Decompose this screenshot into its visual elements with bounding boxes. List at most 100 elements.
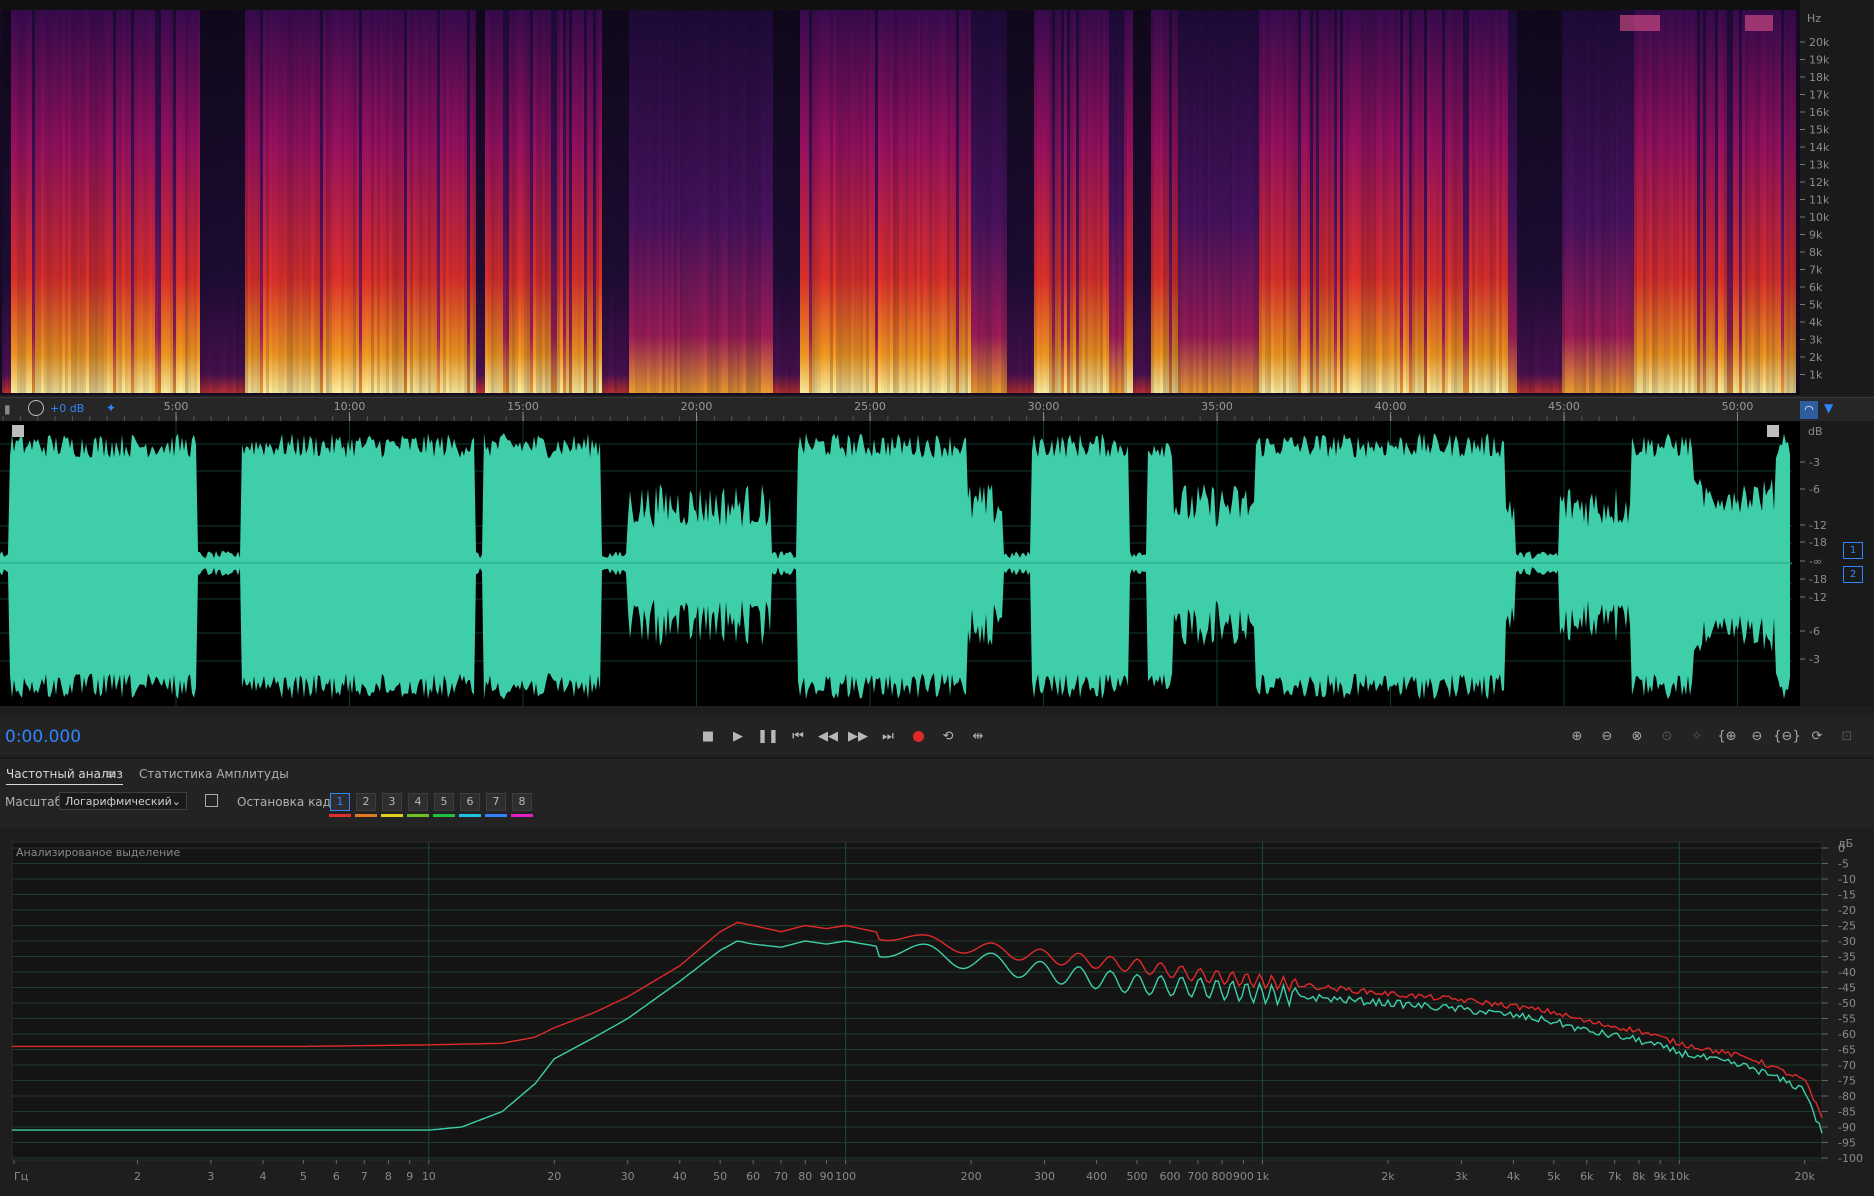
zoom-out-time-button[interactable]: {⊖} (1773, 725, 1801, 747)
y-tick-label: -75 (1838, 1075, 1856, 1088)
hz-label: 3k (1809, 334, 1823, 347)
channel-1-toggle[interactable]: 1 (1843, 542, 1863, 559)
timeline-tick-label: 50:00 (1722, 400, 1754, 413)
transport-bar: 0:00.000 ■ ▶ ❚❚ ⏮ ◀◀ ▶▶ ⏭ ⟲ ⇹ ⊕ ⊖ ⊗ ⊙ ✧ … (0, 717, 1874, 755)
timeline-tick-label: 20:00 (681, 400, 713, 413)
stop-icon: ■ (701, 728, 715, 744)
marker-icon[interactable]: ▼ (1824, 401, 1833, 415)
x-tick-label: 5 (300, 1170, 307, 1183)
freeze-frame-1-button[interactable]: 1 (330, 793, 350, 811)
fast-forward-button[interactable]: ▶▶ (847, 725, 869, 747)
waveform-panel[interactable] (0, 421, 1800, 706)
zoom-reset-button[interactable]: ⊗ (1626, 725, 1648, 747)
record-button[interactable] (907, 725, 929, 747)
frequency-chart[interactable]: Анализированое выделение Гц 2 3 4 5 6 7 8 9 10 20 30… (0, 830, 1874, 1196)
freeze-frame-8-button[interactable]: 8 (512, 793, 532, 811)
x-tick-label: 2k (1381, 1170, 1395, 1183)
zoom-selection-time-button[interactable]: ⊡ (1836, 725, 1858, 747)
zoom-out-time-icon: {⊖} (1773, 728, 1801, 744)
db-label: -6 (1809, 483, 1820, 496)
x-tick-label: 6k (1580, 1170, 1594, 1183)
scale-select[interactable]: Логарифмический ⌄ (59, 792, 187, 810)
skip-start-button[interactable]: ⏮ (787, 725, 809, 747)
zoom-out-full-button[interactable]: ⊖ (1746, 725, 1768, 747)
hz-label: 15k (1809, 124, 1830, 137)
x-tick-label: 9k (1654, 1170, 1668, 1183)
x-tick-label: 40 (673, 1170, 687, 1183)
db-label: -18 (1809, 536, 1827, 549)
db-label: -12 (1809, 591, 1827, 604)
y-tick-label: -100 (1838, 1152, 1863, 1165)
zoom-selection-button[interactable]: ⊙ (1656, 725, 1678, 747)
zoom-selection-icon: ⊙ (1661, 728, 1673, 744)
stop-button[interactable]: ■ (697, 725, 719, 747)
freeze-frame-color-swatch (485, 814, 507, 817)
db-label: -∞ (1809, 555, 1822, 568)
waveform-view[interactable] (0, 421, 1800, 706)
freeze-frame-color-swatch (433, 814, 455, 817)
freeze-frame-color-swatch (407, 814, 429, 817)
freeze-frame-6-button[interactable]: 6 (460, 793, 480, 811)
db-label: -3 (1809, 456, 1820, 469)
freeze-frame-2-button[interactable]: 2 (356, 793, 376, 811)
skip-end-button[interactable]: ⏭ (877, 725, 899, 747)
channel-2-toggle[interactable]: 2 (1843, 566, 1863, 583)
zoom-in-left-icon: {⊕ (1717, 728, 1737, 744)
fade-out-handle[interactable] (1767, 425, 1779, 437)
hz-label: 12k (1809, 176, 1830, 189)
current-time-display[interactable]: 0:00.000 (5, 727, 81, 747)
rewind-button[interactable]: ◀◀ (817, 725, 839, 747)
freeze-frame-color-swatch (355, 814, 377, 817)
y-tick-label: -90 (1838, 1121, 1856, 1134)
timeline-tick-label: 25:00 (854, 400, 886, 413)
play-button[interactable]: ▶ (727, 725, 749, 747)
zoom-in-amplitude-button[interactable]: ⊕ (1566, 725, 1588, 747)
db-label: -3 (1809, 653, 1820, 666)
pause-button[interactable]: ❚❚ (757, 725, 779, 747)
timeline-tick-label: 35:00 (1201, 400, 1233, 413)
loop-button[interactable]: ⟲ (937, 725, 959, 747)
tab-menu-icon[interactable]: ≡ (106, 767, 116, 781)
copy-icon[interactable] (205, 794, 218, 807)
timeline-tick-label: 40:00 (1375, 400, 1407, 413)
headphones-icon[interactable]: ◠ (1800, 401, 1818, 419)
freeze-frame-5-button[interactable]: 5 (434, 793, 454, 811)
spectrogram-panel[interactable] (0, 0, 1800, 395)
play-icon: ▶ (733, 728, 743, 744)
zoom-in-left-button[interactable]: {⊕ (1716, 725, 1738, 747)
zoom-out-amplitude-button[interactable]: ⊖ (1596, 725, 1618, 747)
db-label: -12 (1809, 519, 1827, 532)
x-tick-label: 100 (835, 1170, 856, 1183)
freeze-frame-3-button[interactable]: 3 (382, 793, 402, 811)
zoom-to-playhead-button[interactable]: ✧ (1686, 725, 1708, 747)
skip-selection-icon: ⇹ (972, 728, 984, 744)
hz-unit: Hz (1807, 12, 1821, 25)
zoom-out-full-icon: ⊖ (1751, 728, 1763, 744)
fast-forward-icon: ▶▶ (848, 728, 868, 744)
hz-label: 9k (1809, 229, 1823, 242)
fade-in-handle[interactable] (12, 425, 24, 437)
zoom-full-button[interactable]: ⟳ (1806, 725, 1828, 747)
x-tick-label: 70 (774, 1170, 788, 1183)
pause-icon: ❚❚ (757, 728, 779, 744)
freeze-frame-7-button[interactable]: 7 (486, 793, 506, 811)
y-tick-label: -65 (1838, 1044, 1856, 1057)
timeline-ruler[interactable]: ▮ +0 dB ✦ 5:00 10:00 15:00 20:00 25:00 30:00 3… (0, 397, 1874, 423)
tab-amplitude-statistics[interactable]: Статистика Амплитуды (139, 767, 289, 781)
x-tick-label: 700 (1187, 1170, 1208, 1183)
frequency-analysis-panel: Анализированое выделение Гц 2 3 4 5 6 7 8 9 10 20 30… (0, 830, 1874, 1196)
x-tick-label: 4k (1507, 1170, 1521, 1183)
x-tick-label: 60 (746, 1170, 760, 1183)
x-tick-label: 7k (1608, 1170, 1622, 1183)
hz-label: 20k (1809, 36, 1830, 49)
x-tick-label: 30 (621, 1170, 635, 1183)
x-tick-label: 600 (1159, 1170, 1180, 1183)
x-tick-label: 1k (1256, 1170, 1270, 1183)
scale-select-value: Логарифмический (65, 795, 172, 808)
spectrogram-view[interactable] (0, 10, 1800, 395)
y-tick-label: -40 (1838, 966, 1856, 979)
record-icon (912, 730, 924, 742)
skip-selection-button[interactable]: ⇹ (967, 725, 989, 747)
y-tick-label: -55 (1838, 1013, 1856, 1026)
freeze-frame-4-button[interactable]: 4 (408, 793, 428, 811)
